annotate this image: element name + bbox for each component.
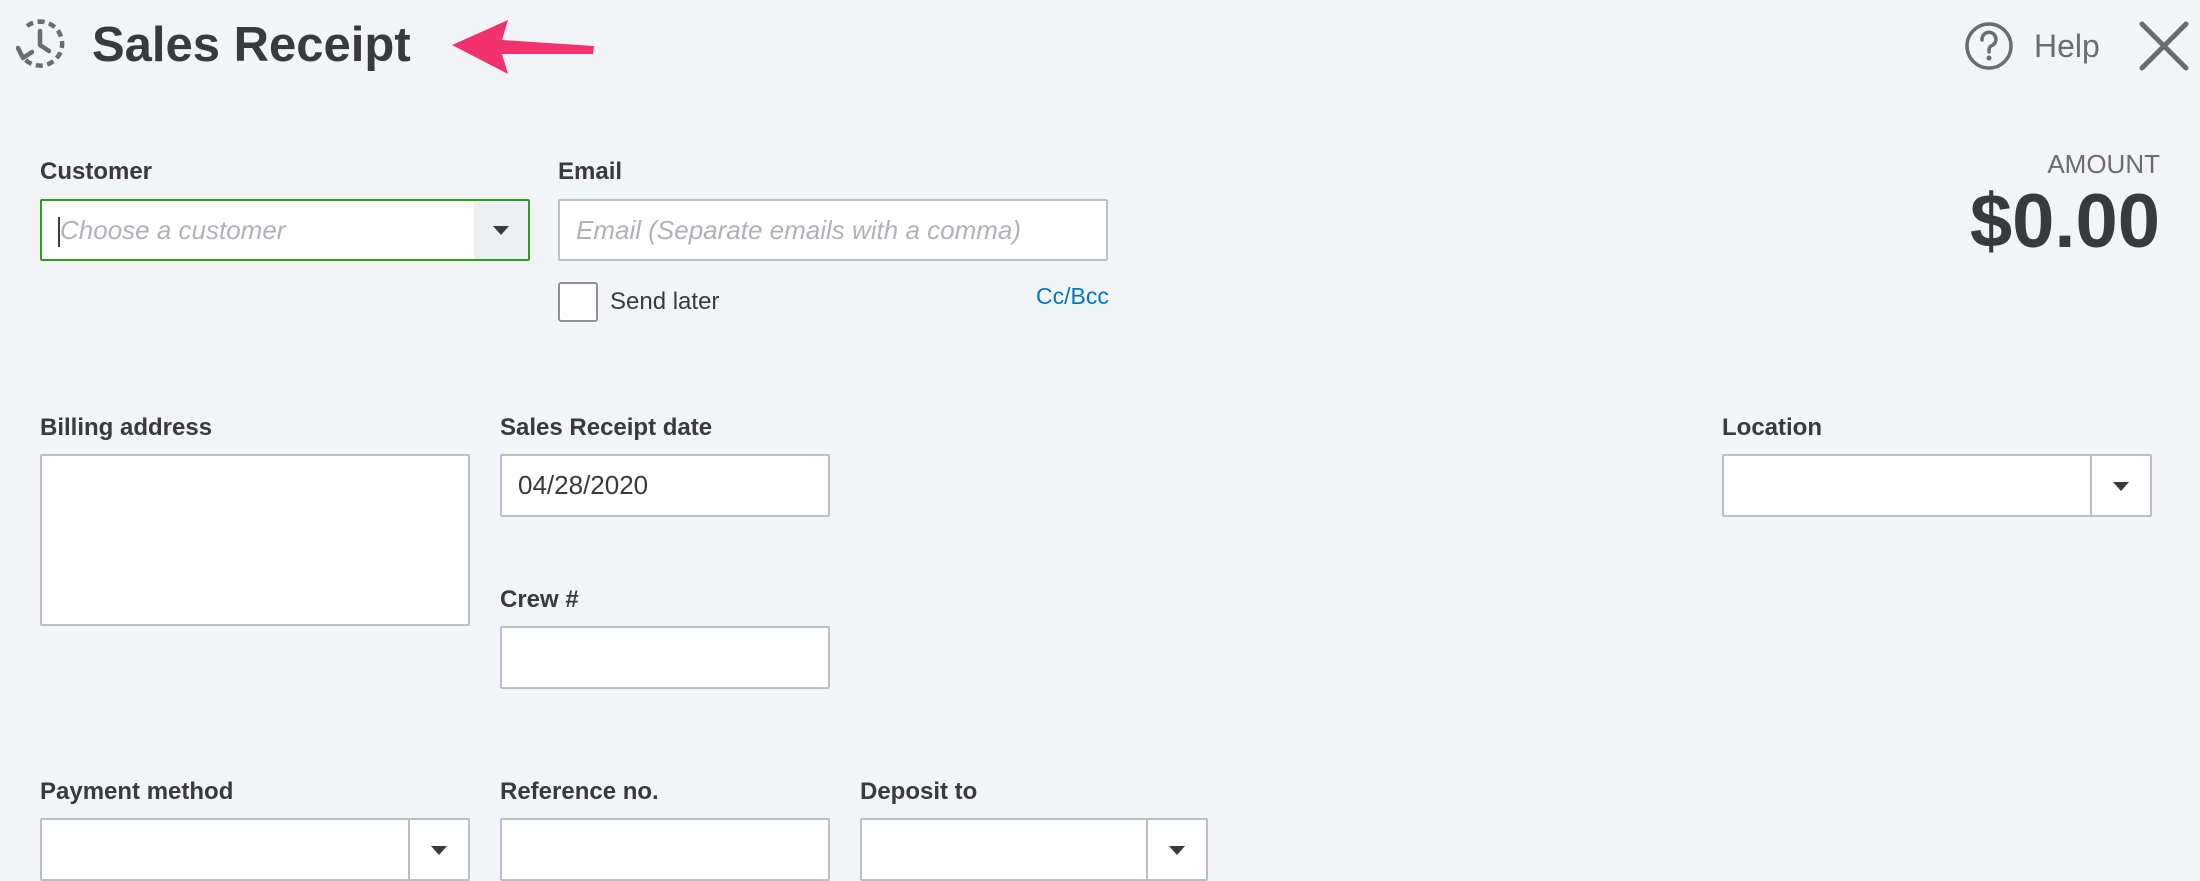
page-title: Sales Receipt	[92, 18, 411, 72]
cc-bcc-link[interactable]: Cc/Bcc	[1036, 280, 1109, 312]
customer-placeholder: Choose a customer	[60, 215, 286, 245]
customer-label: Customer	[40, 158, 153, 185]
location-select[interactable]	[1722, 454, 2152, 517]
customer-select[interactable]: Choose a customer	[40, 199, 530, 261]
receipt-date-value: 04/28/2020	[518, 470, 649, 500]
location-label: Location	[1722, 414, 1822, 441]
amount-value: $0.00	[1969, 179, 2160, 264]
annotation-arrow-icon	[452, 20, 594, 74]
help-label: Help	[2034, 28, 2100, 64]
billing-address-label: Billing address	[40, 414, 213, 441]
chevron-down-icon	[1169, 845, 1185, 855]
payment-method-select[interactable]	[40, 818, 470, 881]
payment-method-dropdown-button[interactable]	[408, 820, 468, 879]
close-icon[interactable]	[2136, 18, 2192, 74]
email-label: Email	[558, 158, 623, 185]
crew-label: Crew #	[500, 586, 579, 613]
reference-no-field[interactable]	[500, 818, 830, 881]
send-later-checkbox[interactable]	[558, 282, 598, 322]
receipt-date-field[interactable]: 04/28/2020	[500, 454, 830, 517]
deposit-to-select[interactable]	[860, 818, 1208, 881]
payment-method-label: Payment method	[40, 778, 234, 805]
reference-no-label: Reference no.	[500, 778, 659, 805]
receipt-date-label: Sales Receipt date	[500, 414, 713, 441]
email-placeholder: Email (Separate emails with a comma)	[576, 215, 1022, 245]
chevron-down-icon	[2113, 481, 2129, 491]
send-later-label: Send later	[610, 288, 720, 315]
customer-dropdown-button[interactable]	[474, 201, 528, 259]
crew-field[interactable]	[500, 626, 830, 689]
chevron-down-icon	[431, 845, 447, 855]
chevron-down-icon	[493, 226, 509, 235]
recent-transactions-icon[interactable]	[14, 18, 66, 70]
deposit-to-label: Deposit to	[860, 778, 978, 805]
amount-label: AMOUNT	[2047, 149, 2160, 179]
email-field[interactable]: Email (Separate emails with a comma)	[558, 199, 1108, 261]
help-circle-icon	[1965, 22, 2013, 70]
location-dropdown-button[interactable]	[2090, 456, 2150, 515]
help-button[interactable]: Help	[1964, 18, 2100, 74]
billing-address-field[interactable]	[40, 454, 470, 626]
deposit-to-dropdown-button[interactable]	[1146, 820, 1206, 879]
